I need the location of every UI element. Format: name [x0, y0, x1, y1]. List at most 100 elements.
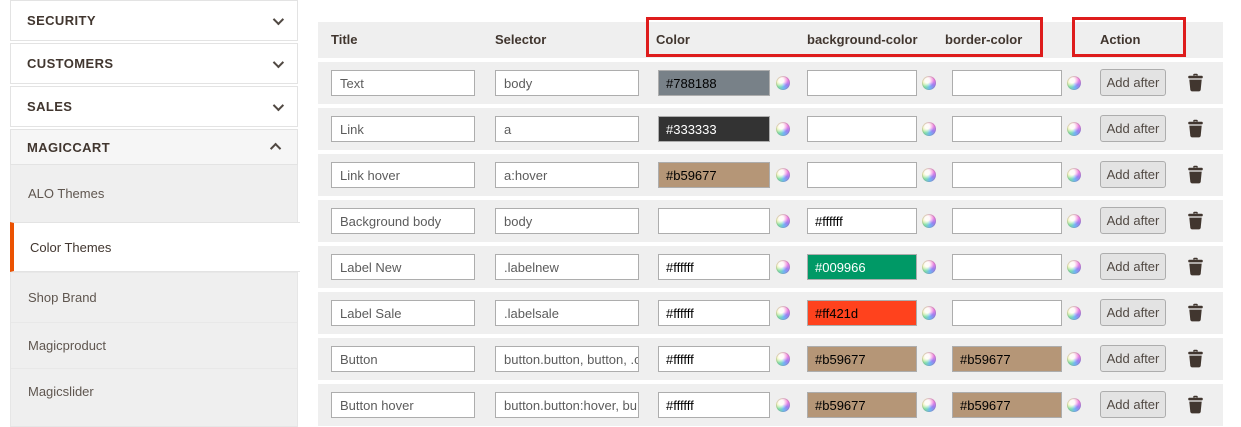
- title-input[interactable]: [331, 346, 475, 372]
- sidebar-section-sales[interactable]: SALES: [10, 86, 298, 127]
- sidebar-section-security[interactable]: SECURITY: [10, 0, 298, 41]
- color-picker-icon[interactable]: [922, 122, 936, 136]
- selector-input[interactable]: [495, 208, 639, 234]
- color-picker-icon[interactable]: [922, 168, 936, 182]
- color-picker-icon[interactable]: [776, 260, 790, 274]
- trash-icon: [1187, 257, 1204, 276]
- sidebar-item-shop-brand[interactable]: Shop Brand: [11, 272, 297, 322]
- title-input[interactable]: [331, 70, 475, 96]
- delete-row-button[interactable]: [1187, 395, 1204, 414]
- title-input[interactable]: [331, 392, 475, 418]
- add-after-button[interactable]: Add after: [1100, 115, 1166, 142]
- color-picker-icon[interactable]: [922, 306, 936, 320]
- color-picker-icon[interactable]: [776, 122, 790, 136]
- delete-row-button[interactable]: [1187, 119, 1204, 138]
- color-picker-icon[interactable]: [922, 260, 936, 274]
- delete-row-button[interactable]: [1187, 211, 1204, 230]
- color-picker-icon[interactable]: [776, 214, 790, 228]
- sidebar-section-label: MAGICCART: [27, 140, 110, 155]
- background-color-swatch-input[interactable]: [807, 346, 917, 372]
- selector-input[interactable]: [495, 254, 639, 280]
- title-input[interactable]: [331, 116, 475, 142]
- color-picker-icon[interactable]: [922, 398, 936, 412]
- selector-input[interactable]: [495, 392, 639, 418]
- delete-row-button[interactable]: [1187, 303, 1204, 322]
- color-swatch-input[interactable]: [658, 208, 770, 234]
- sidebar-section-magiccart[interactable]: MAGICCART: [10, 129, 298, 165]
- add-after-button[interactable]: Add after: [1100, 345, 1166, 372]
- add-after-button[interactable]: Add after: [1100, 253, 1166, 280]
- border-color-swatch-input[interactable]: [952, 116, 1062, 142]
- color-picker-icon[interactable]: [1067, 76, 1081, 90]
- background-color-swatch-input[interactable]: [807, 70, 917, 96]
- delete-row-button[interactable]: [1187, 349, 1204, 368]
- border-color-swatch-input[interactable]: [952, 162, 1062, 188]
- column-header-selector: Selector: [495, 22, 546, 58]
- chevron-down-icon: [273, 13, 284, 24]
- title-input[interactable]: [331, 254, 475, 280]
- sidebar-item-color-themes[interactable]: Color Themes: [10, 222, 300, 272]
- background-color-swatch-input[interactable]: [807, 392, 917, 418]
- color-picker-icon[interactable]: [776, 398, 790, 412]
- sidebar-item-label: Color Themes: [30, 240, 111, 255]
- title-input[interactable]: [331, 208, 475, 234]
- border-color-swatch-input[interactable]: [952, 70, 1062, 96]
- add-after-button[interactable]: Add after: [1100, 69, 1166, 96]
- color-picker-icon[interactable]: [1067, 214, 1081, 228]
- color-picker-icon[interactable]: [1067, 260, 1081, 274]
- background-color-swatch-input[interactable]: [807, 162, 917, 188]
- trash-icon: [1187, 119, 1204, 138]
- color-picker-icon[interactable]: [1067, 398, 1081, 412]
- color-picker-icon[interactable]: [776, 306, 790, 320]
- title-input[interactable]: [331, 300, 475, 326]
- chevron-down-icon: [273, 99, 284, 110]
- sidebar-item-magicproduct[interactable]: Magicproduct: [11, 322, 297, 368]
- color-picker-icon[interactable]: [1067, 306, 1081, 320]
- selector-input[interactable]: [495, 70, 639, 96]
- color-swatch-input[interactable]: [658, 254, 770, 280]
- color-swatch-input[interactable]: [658, 346, 770, 372]
- add-after-button[interactable]: Add after: [1100, 207, 1166, 234]
- border-color-swatch-input[interactable]: [952, 300, 1062, 326]
- background-color-swatch-input[interactable]: [807, 208, 917, 234]
- color-picker-icon[interactable]: [922, 352, 936, 366]
- background-color-swatch-input[interactable]: [807, 254, 917, 280]
- sidebar-item-magicslider[interactable]: Magicslider: [11, 368, 297, 414]
- border-color-swatch-input[interactable]: [952, 346, 1062, 372]
- sidebar-item-alo-themes[interactable]: ALO Themes: [11, 165, 297, 222]
- color-picker-icon[interactable]: [1067, 352, 1081, 366]
- color-swatch-input[interactable]: [658, 70, 770, 96]
- delete-row-button[interactable]: [1187, 257, 1204, 276]
- color-swatch-input[interactable]: [658, 116, 770, 142]
- sidebar-section-customers[interactable]: CUSTOMERS: [10, 43, 298, 84]
- color-picker-icon[interactable]: [1067, 122, 1081, 136]
- selector-input[interactable]: [495, 162, 639, 188]
- delete-row-button[interactable]: [1187, 165, 1204, 184]
- add-after-button[interactable]: Add after: [1100, 161, 1166, 188]
- sidebar-item-label: Shop Brand: [28, 290, 97, 305]
- color-picker-icon[interactable]: [776, 168, 790, 182]
- trash-icon: [1187, 73, 1204, 92]
- delete-row-button[interactable]: [1187, 73, 1204, 92]
- border-color-swatch-input[interactable]: [952, 254, 1062, 280]
- add-after-button[interactable]: Add after: [1100, 299, 1166, 326]
- color-swatch-input[interactable]: [658, 300, 770, 326]
- add-after-button[interactable]: Add after: [1100, 391, 1166, 418]
- color-picker-icon[interactable]: [922, 214, 936, 228]
- color-picker-icon[interactable]: [1067, 168, 1081, 182]
- background-color-swatch-input[interactable]: [807, 116, 917, 142]
- background-color-swatch-input[interactable]: [807, 300, 917, 326]
- selector-input[interactable]: [495, 116, 639, 142]
- selector-input[interactable]: [495, 346, 639, 372]
- title-input[interactable]: [331, 162, 475, 188]
- sidebar-section-label: CUSTOMERS: [27, 56, 113, 71]
- selector-input[interactable]: [495, 300, 639, 326]
- border-color-swatch-input[interactable]: [952, 208, 1062, 234]
- color-picker-icon[interactable]: [922, 76, 936, 90]
- color-swatch-input[interactable]: [658, 392, 770, 418]
- color-swatch-input[interactable]: [658, 162, 770, 188]
- color-picker-icon[interactable]: [776, 76, 790, 90]
- table-row: Add after: [318, 200, 1223, 242]
- color-picker-icon[interactable]: [776, 352, 790, 366]
- border-color-swatch-input[interactable]: [952, 392, 1062, 418]
